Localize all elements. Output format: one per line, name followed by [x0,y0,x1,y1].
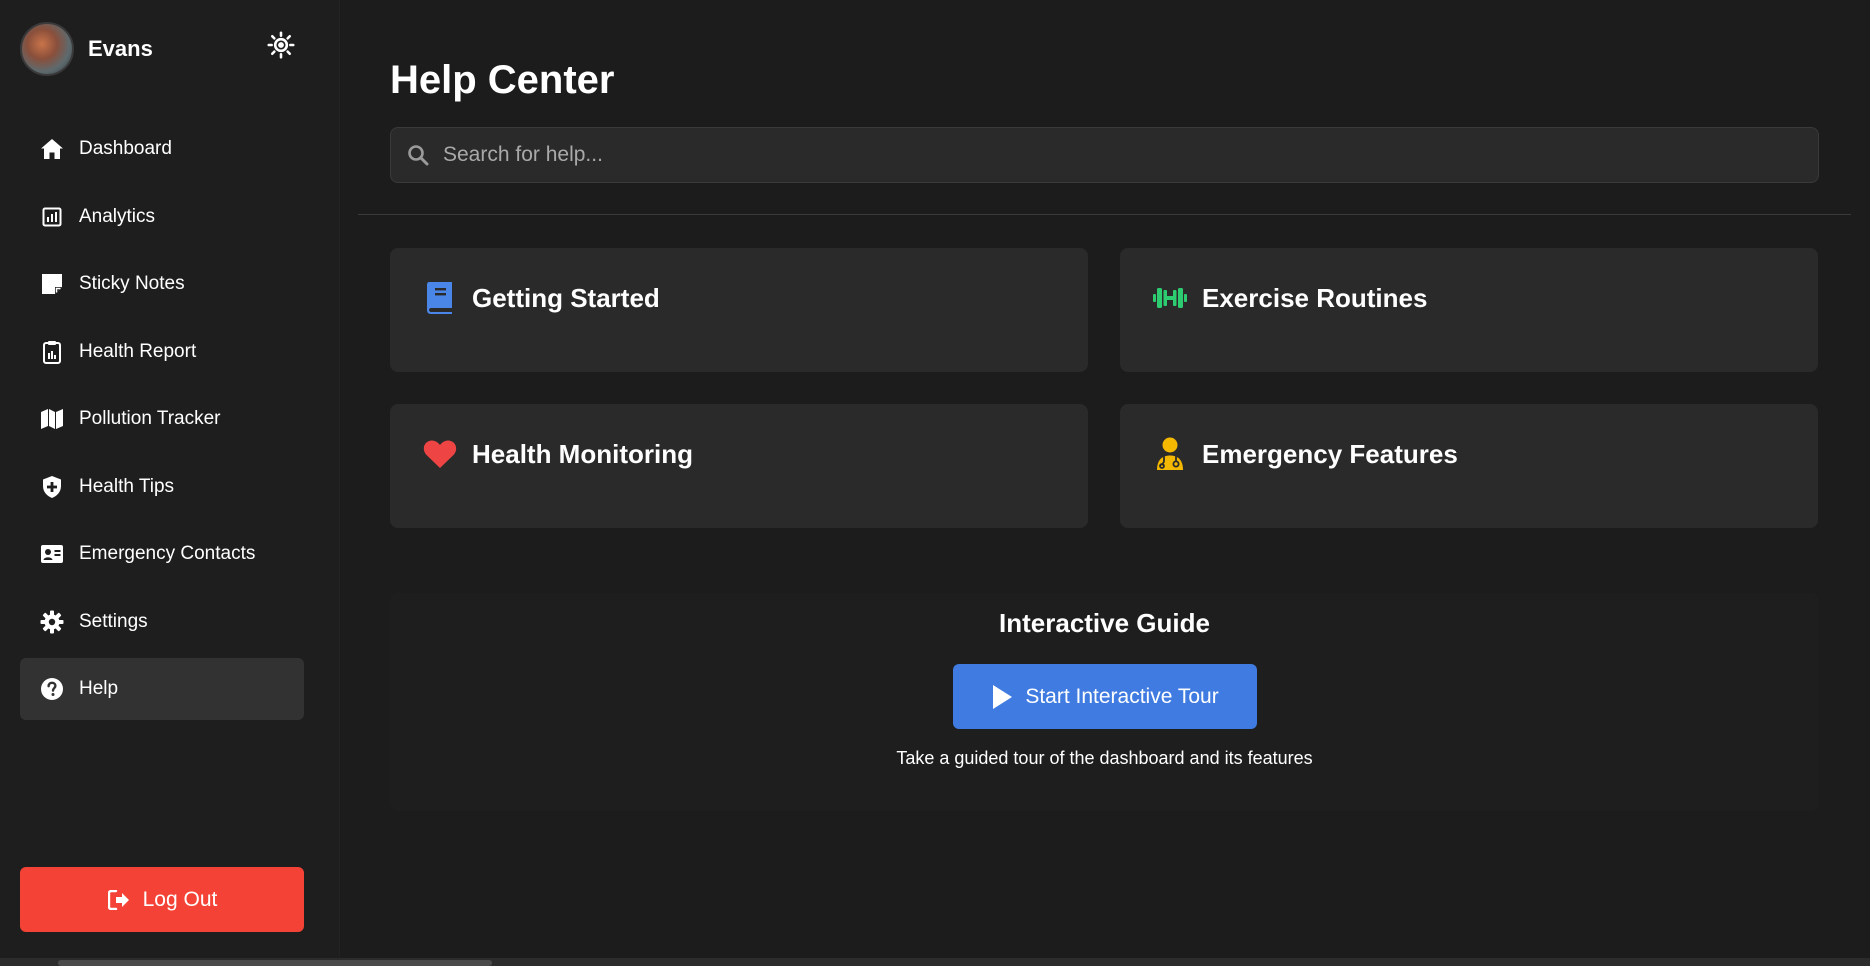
avatar[interactable] [20,22,74,76]
sidebar-item-analytics[interactable]: Analytics [20,186,304,248]
shield-plus-icon [40,475,64,499]
sidebar: Evans Dashboard Analytics Sticky Notes H… [0,0,340,966]
doctor-icon [1152,436,1188,472]
scrollbar-thumb[interactable] [58,960,492,966]
sidebar-nav: Dashboard Analytics Sticky Notes Health … [20,118,304,726]
main-content: Help Center Getting Started Exercise Rou… [340,0,1870,966]
app: Evans Dashboard Analytics Sticky Notes H… [0,0,1870,966]
guide-description: Take a guided tour of the dashboard and … [896,748,1313,768]
card-getting-started[interactable]: Getting Started [390,248,1088,372]
sidebar-item-pollution-tracker[interactable]: Pollution Tracker [20,388,304,450]
sidebar-item-dashboard[interactable]: Dashboard [20,118,304,180]
guide-title: Interactive Guide [999,608,1210,638]
sidebar-item-label: Settings [79,610,148,632]
contact-card-icon [40,542,64,566]
page-title: Help Center [390,58,615,102]
chart-icon [40,205,64,229]
sidebar-item-label: Pollution Tracker [79,408,221,429]
theme-toggle-button[interactable] [266,30,296,60]
sidebar-item-label: Health Report [79,340,197,362]
heart-icon [422,436,458,472]
card-health-monitoring[interactable]: Health Monitoring [390,404,1088,528]
profile: Evans [20,22,153,76]
sidebar-item-health-report[interactable]: Health Report [20,321,304,383]
search-bar [390,127,1819,183]
sidebar-item-label: Help [79,678,119,699]
search-input[interactable] [443,143,1818,167]
home-icon [40,137,64,161]
sidebar-item-label: Dashboard [79,138,172,159]
sticky-note-icon [40,272,64,296]
logout-label: Log Out [142,887,218,911]
card-title: Getting Started [472,283,660,313]
map-icon [40,407,64,431]
sidebar-item-label: Sticky Notes [79,273,185,294]
logout-button[interactable]: Log Out [20,867,304,932]
sidebar-item-label: Emergency Contacts [79,543,256,564]
sidebar-item-emergency-contacts[interactable]: Emergency Contacts [20,523,304,585]
divider [358,214,1851,215]
gear-icon [40,610,64,634]
play-icon [991,684,1013,710]
profile-name: Evans [88,36,153,61]
sign-out-icon [107,888,131,912]
clipboard-icon [40,340,64,364]
card-title: Exercise Routines [1202,283,1428,313]
sidebar-item-help[interactable]: Help [20,658,304,720]
sidebar-item-sticky-notes[interactable]: Sticky Notes [20,253,304,315]
horizontal-scrollbar[interactable] [0,958,1870,966]
search-icon [408,145,429,166]
card-title: Health Monitoring [472,439,693,469]
card-title: Emergency Features [1202,439,1458,469]
card-exercise-routines[interactable]: Exercise Routines [1120,248,1818,372]
start-tour-label: Start Interactive Tour [1025,684,1219,708]
dumbbell-icon [1152,280,1188,316]
sidebar-item-settings[interactable]: Settings [20,591,304,653]
start-tour-button[interactable]: Start Interactive Tour [953,664,1257,729]
question-circle-icon [40,677,64,701]
book-icon [422,280,458,316]
sidebar-item-label: Analytics [79,205,156,227]
sun-icon [267,31,295,59]
sidebar-item-health-tips[interactable]: Health Tips [20,456,304,518]
card-emergency-features[interactable]: Emergency Features [1120,404,1818,528]
sidebar-item-label: Health Tips [79,475,175,497]
interactive-guide: Interactive Guide Start Interactive Tour… [390,593,1819,811]
